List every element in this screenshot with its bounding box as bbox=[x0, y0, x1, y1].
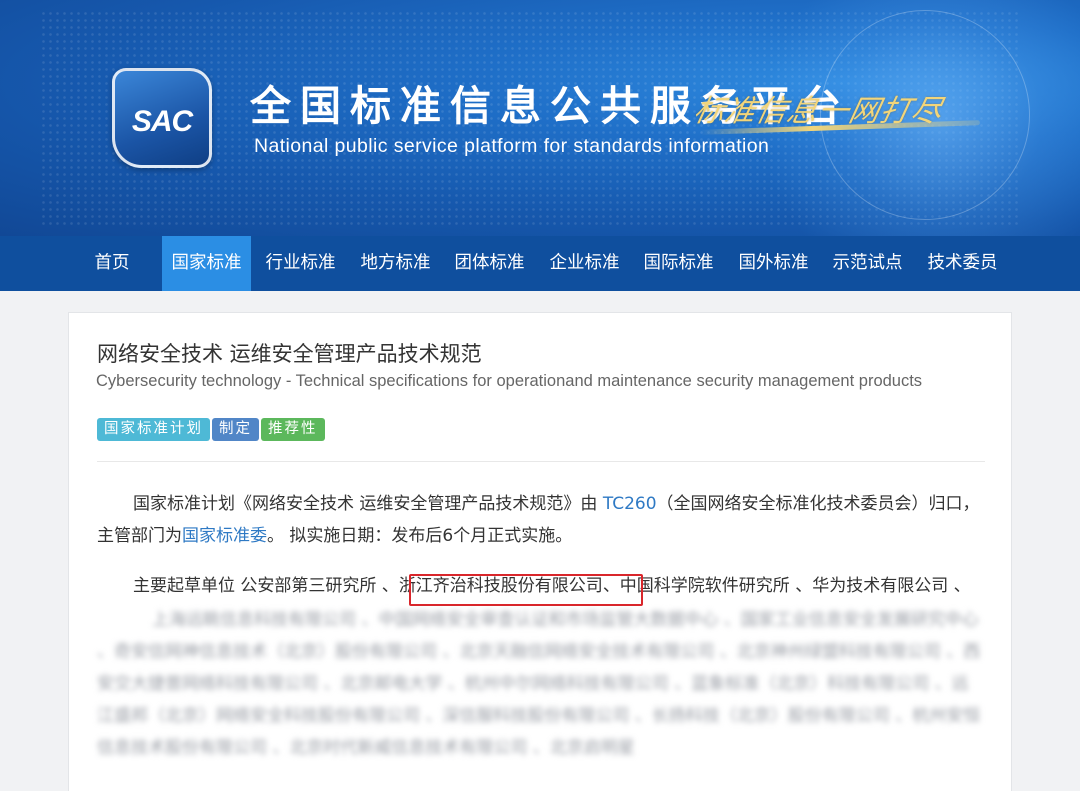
site-banner: SAC 全国标准信息公共服务平台 标准信息一网打尽 National publi… bbox=[0, 0, 1080, 236]
drafters-prefix: 主要起草单位 公安部第三研究所 、 bbox=[133, 576, 399, 596]
sac-logo[interactable]: SAC bbox=[112, 68, 212, 168]
drafters-suffix: 、中国科学院软件研究所 、华为技术有限公司 、 bbox=[602, 576, 971, 596]
nav-item-industry-standards[interactable]: 行业标准 bbox=[256, 236, 345, 291]
main-nav: 首页 国家标准 行业标准 地方标准 团体标准 企业标准 国际标准 国外标准 示范… bbox=[0, 236, 1080, 291]
nav-item-national-standards[interactable]: 国家标准 bbox=[162, 236, 251, 291]
nav-item-group-standards[interactable]: 团体标准 bbox=[445, 236, 534, 291]
standard-detail-card: 网络安全技术 运维安全管理产品技术规范 Cybersecurity techno… bbox=[68, 312, 1012, 791]
nav-item-home[interactable]: 首页 bbox=[78, 236, 146, 291]
standard-title: 网络安全技术 运维安全管理产品技术规范 bbox=[97, 342, 482, 366]
tag-national-plan: 国家标准计划 bbox=[97, 418, 210, 441]
nav-item-demonstration-pilots[interactable]: 示范试点 bbox=[823, 236, 912, 291]
blurred-drafter-list: 上海远眺信息科技有限公司 、中国网络安全审查认证和市场监管大数据中心 、国家工业… bbox=[97, 610, 981, 758]
committee-code-link[interactable]: TC260 bbox=[603, 494, 657, 514]
tag-recommended: 推荐性 bbox=[261, 418, 325, 441]
nav-item-local-standards[interactable]: 地方标准 bbox=[351, 236, 440, 291]
sac-logo-text: SAC bbox=[131, 105, 193, 138]
drafting-units: 主要起草单位 公安部第三研究所 、浙江齐治科技股份有限公司、中国科学院软件研究所… bbox=[97, 570, 985, 602]
standard-tags: 国家标准计划 制定 推荐性 bbox=[97, 418, 327, 441]
description-prefix: 国家标准计划《网络安全技术 运维安全管理产品技术规范》由 bbox=[133, 494, 603, 514]
highlighted-drafter: 浙江齐治科技股份有限公司 bbox=[398, 576, 603, 596]
site-subtitle: National public service platform for sta… bbox=[254, 135, 770, 157]
standard-description: 国家标准计划《网络安全技术 运维安全管理产品技术规范》由 TC260（全国网络安… bbox=[97, 488, 985, 552]
department-link[interactable]: 国家标准委 bbox=[182, 526, 267, 546]
nav-item-foreign-standards[interactable]: 国外标准 bbox=[729, 236, 818, 291]
description-suffix: 。 拟实施日期：发布后6个月正式实施。 bbox=[267, 526, 573, 546]
nav-item-international-standards[interactable]: 国际标准 bbox=[634, 236, 723, 291]
nav-item-enterprise-standards[interactable]: 企业标准 bbox=[540, 236, 629, 291]
nav-item-technical-committees[interactable]: 技术委员 bbox=[918, 236, 1007, 291]
tag-formulation: 制定 bbox=[212, 418, 259, 441]
standard-english-title: Cybersecurity technology - Technical spe… bbox=[96, 372, 923, 390]
section-divider bbox=[97, 461, 985, 462]
